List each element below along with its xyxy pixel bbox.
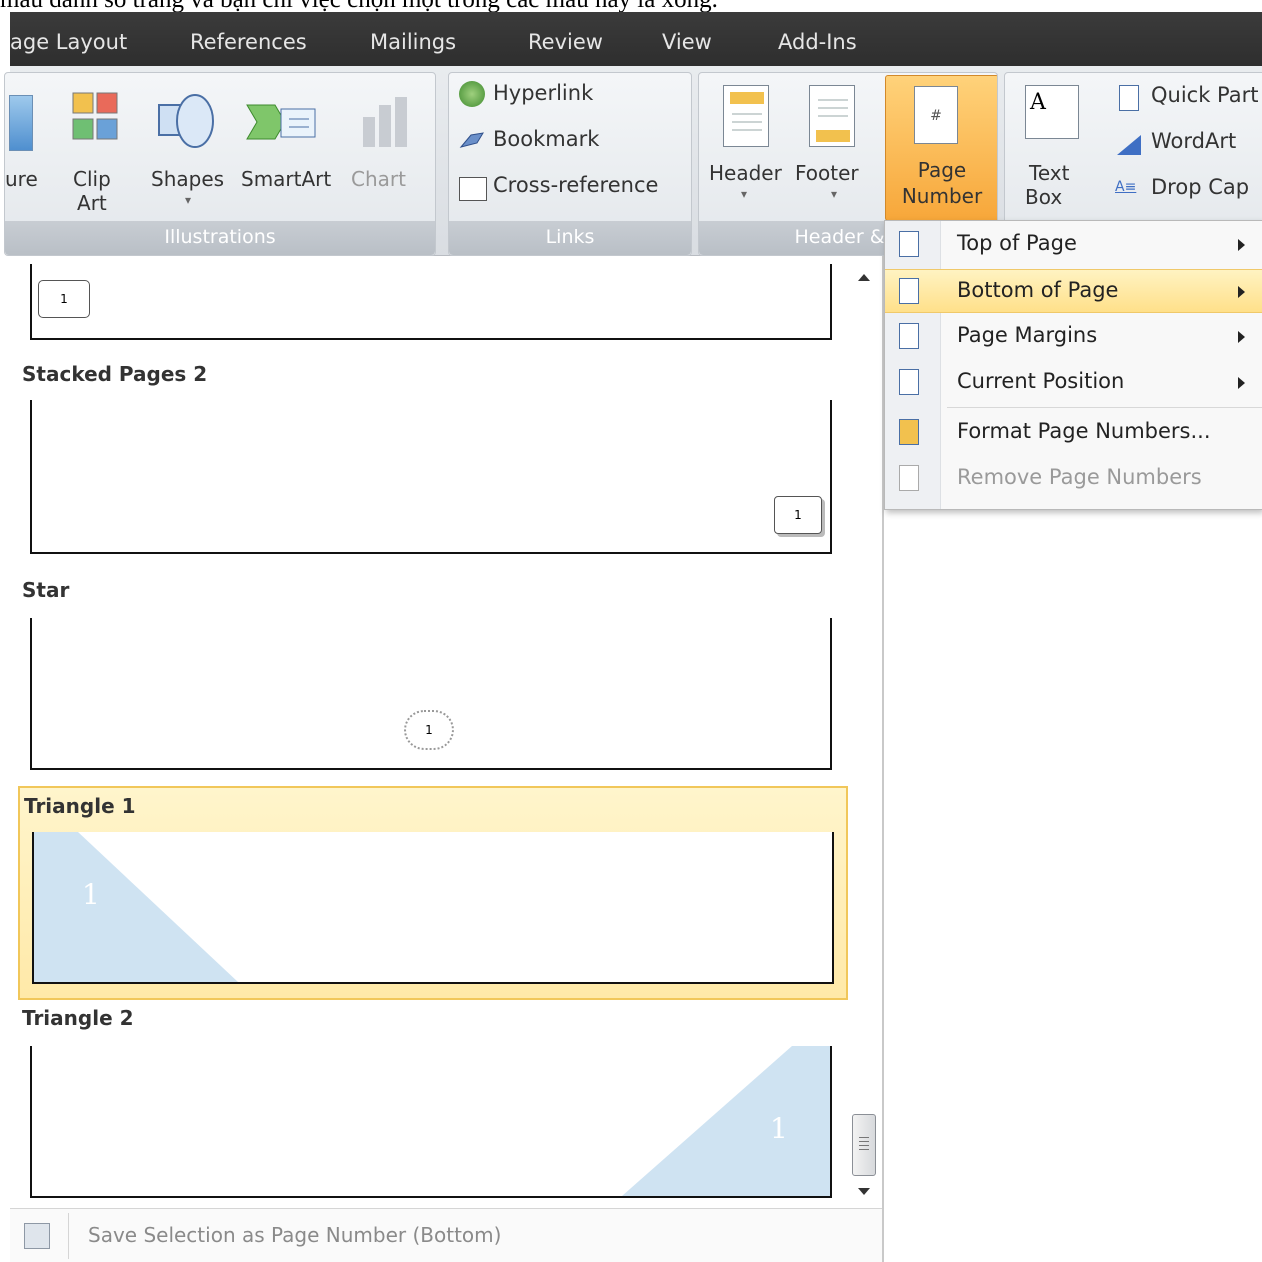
header-icon [723,85,769,147]
scroll-down-icon[interactable] [858,1188,870,1195]
group-links: Hyperlink Bookmark Cross-reference Links [448,72,692,256]
page: mẫu đánh số trang và bạn chỉ việc chọn m… [0,0,1262,1262]
shapes-dropdown-icon[interactable]: ▾ [185,193,191,207]
picture-icon [9,95,33,151]
submenu-arrow-icon [1238,286,1245,298]
gallery-label-triangle-1: Triangle 1 [24,794,136,818]
page-number-triangle-2: 1 [770,1112,788,1145]
save-selection-button[interactable]: Save Selection as Page Number (Bottom) [88,1223,501,1247]
tab-add-ins[interactable]: Add-Ins [778,30,857,54]
smartart-icon [245,95,317,149]
gallery-label-star: Star [22,578,70,602]
format-page-numbers-icon [899,419,919,445]
tab-review[interactable]: Review [528,30,603,54]
menu-item-bottom-of-page[interactable]: Bottom of Page [885,269,1262,313]
menu-item-current-position[interactable]: Current Position [885,361,1262,405]
bottom-of-page-icon [899,278,919,304]
bookmark-icon [459,131,485,151]
text-box-icon: A [1025,85,1079,139]
group-label-links: Links [449,221,691,255]
group-label-illustrations: Illustrations [5,221,435,255]
cross-reference-button[interactable]: Cross-reference [493,173,658,197]
hyperlink-button[interactable]: Hyperlink [493,81,593,105]
page-number-icon: # [914,86,958,144]
group-illustrations: ure Clip Art Shapes ▾ SmartArt Chart Ill… [4,72,436,256]
header-button[interactable]: Header [709,161,782,185]
clip-art-button[interactable]: Clip Art [73,167,111,215]
gallery-scrollbar[interactable] [850,262,878,1208]
save-selection-icon [24,1223,50,1249]
page-number-menu: Top of Page Bottom of Page Page Margins … [884,220,1262,510]
picture-button[interactable]: ure [5,167,38,191]
scroll-up-icon[interactable] [858,274,870,281]
gallery-preview-partial[interactable]: 1 [30,264,832,340]
cross-reference-icon [459,177,487,201]
tab-page-layout[interactable]: age Layout [10,30,127,54]
page-number-box: 1 [38,280,90,318]
page-number-triangle-1: 1 [82,878,100,911]
chart-button[interactable]: Chart [351,167,406,191]
tab-mailings[interactable]: Mailings [370,30,456,54]
gallery-item-triangle-1-selected[interactable]: Triangle 1 1 [18,786,848,1000]
page-margins-icon [899,323,919,349]
menu-item-remove-page-numbers[interactable]: Remove Page Numbers [885,457,1262,501]
page-number-button[interactable]: # Page Number [885,75,997,221]
submenu-arrow-icon [1238,377,1245,389]
gallery-label-stacked-pages-2: Stacked Pages 2 [22,362,208,386]
current-position-icon [899,369,919,395]
footer-icon [809,85,855,147]
gallery-label-triangle-2: Triangle 2 [22,1006,134,1030]
page-number-gallery: 1 Stacked Pages 2 1 Star 1 Triangle 1 1 … [10,256,884,1262]
submenu-arrow-icon [1238,331,1245,343]
clip-art-icon [71,91,119,145]
hyperlink-icon [459,81,485,107]
gallery-footer: Save Selection as Page Number (Bottom) [10,1208,882,1262]
text-box-label-1[interactable]: Text [1029,161,1069,185]
triangle-1-shape [34,832,238,982]
page-number-label-2: Number [901,184,983,208]
gallery-item-stacked-pages-2[interactable]: 1 [30,400,832,554]
smartart-button[interactable]: SmartArt [241,167,331,191]
menu-item-page-margins[interactable]: Page Margins [885,315,1262,359]
wordart-icon [1115,133,1143,157]
page-number-star: 1 [404,710,454,750]
chart-icon [359,95,417,149]
menu-item-format-page-numbers[interactable]: Format Page Numbers... [885,411,1262,455]
page-number-label-1: Page [917,158,967,182]
quick-parts-icon [1119,85,1139,111]
footer-button[interactable]: Footer [795,161,859,185]
submenu-arrow-icon [1238,239,1245,251]
drop-cap-icon: A≡ [1115,179,1137,195]
wordart-button[interactable]: WordArt [1151,129,1236,153]
page-number-box: 1 [774,496,822,534]
top-of-page-icon [899,231,919,257]
triangle-1-preview: 1 [32,832,834,984]
drop-cap-button[interactable]: Drop Cap [1151,175,1249,199]
header-dropdown-icon[interactable]: ▾ [741,187,747,201]
tab-references[interactable]: References [190,30,307,54]
text-box-label-2[interactable]: Box [1025,185,1062,209]
scroll-thumb[interactable] [852,1114,876,1176]
shapes-button[interactable]: Shapes [151,167,224,191]
menu-item-top-of-page[interactable]: Top of Page [885,223,1262,267]
bookmark-button[interactable]: Bookmark [493,127,599,151]
triangle-2-shape [622,1046,830,1196]
quick-parts-button[interactable]: Quick Part [1151,83,1259,107]
tab-view[interactable]: View [662,30,712,54]
remove-page-numbers-icon [899,465,919,491]
gallery-item-triangle-2[interactable]: 1 [30,1046,832,1198]
footer-dropdown-icon[interactable]: ▾ [831,187,837,201]
gallery-item-star[interactable]: 1 [30,618,832,770]
shapes-icon [155,91,217,153]
